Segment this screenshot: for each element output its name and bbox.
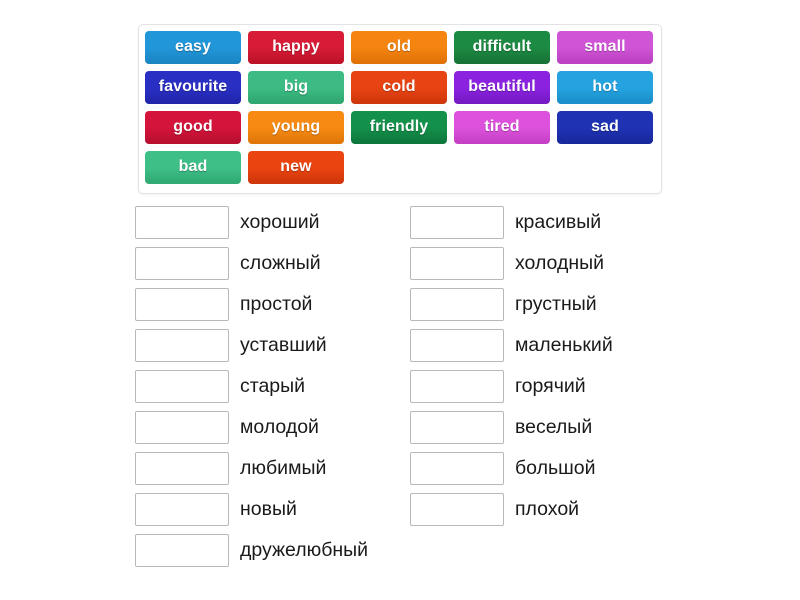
word-tile[interactable]: good [145, 111, 241, 144]
word-tile[interactable]: favourite [145, 71, 241, 104]
answer-label: дружелюбный [240, 538, 369, 561]
word-tile-grid: easy happy old difficult small favourite big co… [145, 31, 655, 184]
answer-label: любимый [240, 456, 327, 479]
word-tile[interactable]: young [248, 111, 344, 144]
word-tile-bank: easy happy old difficult small favourite big co… [138, 24, 662, 194]
answer-label: уставший [240, 333, 327, 356]
answer-row: веселый [410, 411, 613, 444]
answer-label: холодный [515, 251, 605, 274]
word-tile[interactable]: cold [351, 71, 447, 104]
answer-label: маленький [515, 333, 613, 356]
answer-drop-box[interactable] [135, 288, 229, 321]
word-tile[interactable]: bad [145, 151, 241, 184]
answer-drop-box[interactable] [135, 534, 229, 567]
answer-drop-box[interactable] [135, 329, 229, 362]
word-tile[interactable]: easy [145, 31, 241, 64]
answer-row: простой [135, 288, 368, 321]
answer-drop-box[interactable] [135, 206, 229, 239]
answer-label: грустный [515, 292, 597, 315]
answer-row: грустный [410, 288, 613, 321]
answer-drop-box[interactable] [410, 452, 504, 485]
answer-label: хороший [240, 210, 320, 233]
answer-label: простой [240, 292, 313, 315]
answer-drop-box[interactable] [410, 206, 504, 239]
answer-column-left: хороший сложный простой уставший старый молод… [135, 206, 368, 575]
answer-row: хороший [135, 206, 368, 239]
answer-label: новый [240, 497, 297, 520]
answer-drop-box[interactable] [410, 288, 504, 321]
answer-row: любимый [135, 452, 368, 485]
answer-drop-box[interactable] [135, 247, 229, 280]
word-tile[interactable]: sad [557, 111, 653, 144]
answer-row: дружелюбный [135, 534, 368, 567]
word-tile[interactable]: difficult [454, 31, 550, 64]
answer-label: горячий [515, 374, 586, 397]
word-tile[interactable]: big [248, 71, 344, 104]
answer-row: красивый [410, 206, 613, 239]
word-tile[interactable]: old [351, 31, 447, 64]
answer-row: большой [410, 452, 613, 485]
answer-label: старый [240, 374, 306, 397]
answer-column-right: красивый холодный грустный маленький горячий… [410, 206, 613, 534]
answer-label: большой [515, 456, 596, 479]
word-tile[interactable]: small [557, 31, 653, 64]
answer-row: холодный [410, 247, 613, 280]
word-tile[interactable]: friendly [351, 111, 447, 144]
answer-row: новый [135, 493, 368, 526]
answer-label: молодой [240, 415, 319, 438]
answer-label: красивый [515, 210, 602, 233]
answer-row: плохой [410, 493, 613, 526]
word-tile[interactable]: happy [248, 31, 344, 64]
answer-row: горячий [410, 370, 613, 403]
answer-drop-box[interactable] [135, 493, 229, 526]
answer-row: сложный [135, 247, 368, 280]
word-tile[interactable]: tired [454, 111, 550, 144]
answer-label: веселый [515, 415, 593, 438]
answer-row: маленький [410, 329, 613, 362]
answer-label: плохой [515, 497, 580, 520]
word-tile[interactable]: beautiful [454, 71, 550, 104]
answer-row: молодой [135, 411, 368, 444]
answer-row: старый [135, 370, 368, 403]
answer-drop-box[interactable] [410, 493, 504, 526]
answer-label: сложный [240, 251, 321, 274]
word-tile[interactable]: hot [557, 71, 653, 104]
answer-drop-box[interactable] [410, 247, 504, 280]
answer-drop-box[interactable] [135, 411, 229, 444]
answer-drop-box[interactable] [135, 370, 229, 403]
answer-drop-box[interactable] [135, 452, 229, 485]
answer-drop-box[interactable] [410, 370, 504, 403]
answer-row: уставший [135, 329, 368, 362]
word-tile[interactable]: new [248, 151, 344, 184]
answer-drop-box[interactable] [410, 329, 504, 362]
answer-drop-box[interactable] [410, 411, 504, 444]
